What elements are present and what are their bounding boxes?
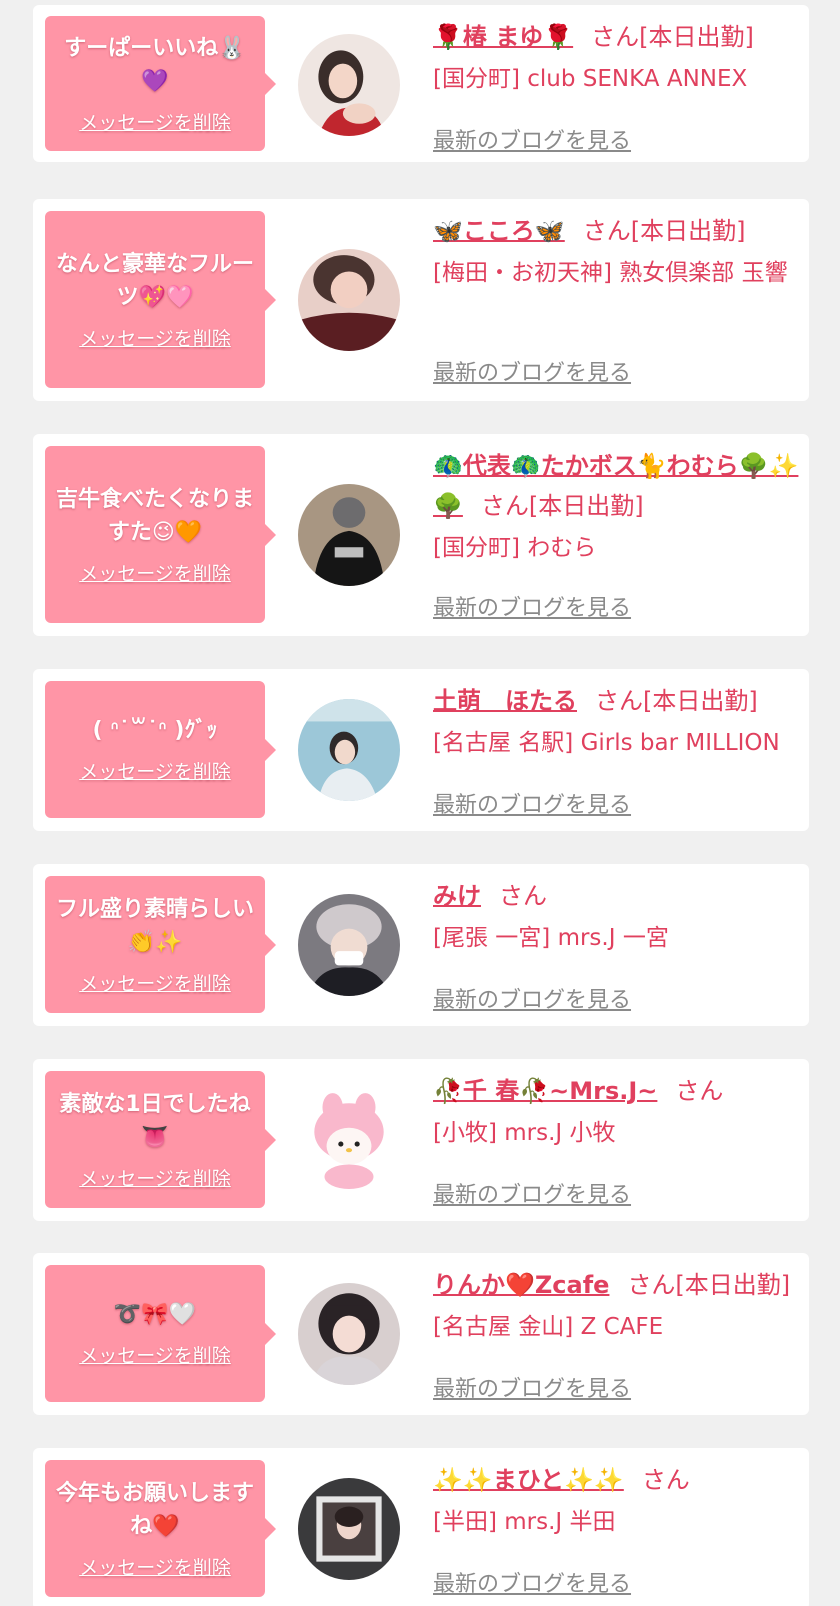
cast-name-line: 土萌 ほたる さん[本日出勤] xyxy=(433,681,803,721)
cast-avatar[interactable] xyxy=(298,1089,400,1191)
message-card: 今年もお願いしますね❤️ メッセージを削除 ✨✨まひと✨✨ さん [半田] mrs… xyxy=(33,1448,809,1606)
cast-avatar[interactable] xyxy=(298,484,400,586)
honorific-status: さん[本日出勤] xyxy=(591,23,754,51)
message-card: 吉牛食べたくなりますた😉🧡 メッセージを削除 🦚代表🦚たかボス🐈わむら🌳✨🌳 さん… xyxy=(33,434,809,636)
cast-name-link[interactable]: 🦋こころ🦋 xyxy=(433,217,565,245)
avatar-photo-icon xyxy=(298,249,400,351)
avatar-plush-icon xyxy=(298,1089,400,1191)
delete-message-link[interactable]: メッセージを削除 xyxy=(79,1343,231,1369)
message-card: 素敵な1日でしたね👅 メッセージを削除 🥀千 春🥀~Mrs.J~ さん [小牧] … xyxy=(33,1059,809,1221)
honorific-status: さん[本日出勤] xyxy=(627,1271,791,1299)
cast-info: みけ さん [尾張 一宮] mrs.J 一宮 最新のブログを見る xyxy=(433,876,793,1013)
message-text: 吉牛食べたくなりますた😉🧡 xyxy=(55,486,254,545)
cast-name-link[interactable]: りんか❤️Zcafe xyxy=(433,1271,609,1299)
avatar-photo-icon xyxy=(298,484,400,586)
message-bubble: フル盛り素晴らしい👏✨ メッセージを削除 xyxy=(45,876,276,1013)
cast-avatar[interactable] xyxy=(298,1478,400,1580)
latest-blog-link[interactable]: 最新のブログを見る xyxy=(433,359,631,389)
cast-name-line: みけ さん xyxy=(433,876,793,916)
latest-blog-link[interactable]: 最新のブログを見る xyxy=(433,791,631,821)
latest-blog-link[interactable]: 最新のブログを見る xyxy=(433,1375,631,1405)
delete-message-link[interactable]: メッセージを削除 xyxy=(79,326,231,352)
honorific-status: さん[本日出勤] xyxy=(480,492,644,520)
delete-message-link[interactable]: メッセージを削除 xyxy=(79,110,231,136)
message-card: なんと豪華なフルーツ💖🩷 メッセージを削除 🦋こころ🦋 さん[本日出勤] [梅田・… xyxy=(33,199,809,401)
message-bubble: 今年もお願いしますね❤️ メッセージを削除 xyxy=(45,1460,276,1597)
cast-info: 土萌 ほたる さん[本日出勤] [名古屋 名駅] Girls bar MILLIO… xyxy=(433,681,803,818)
cast-avatar[interactable] xyxy=(298,699,400,801)
message-bubble: 吉牛食べたくなりますた😉🧡 メッセージを削除 xyxy=(45,446,276,623)
avatar-photo-icon xyxy=(298,34,400,136)
message-text: 素敵な1日でしたね👅 xyxy=(59,1091,251,1150)
message-card: すーぱーいいね🐰💜 メッセージを削除 🌹椿 まゆ🌹 さん[本日出勤] [国分町] … xyxy=(33,5,809,162)
cast-info: ✨✨まひと✨✨ さん [半田] mrs.J 半田 最新のブログを見る xyxy=(433,1460,793,1597)
cast-info: りんか❤️Zcafe さん[本日出勤] [名古屋 金山] Z CAFE 最新のブロ… xyxy=(433,1265,803,1402)
message-card: フル盛り素晴らしい👏✨ メッセージを削除 みけ さん [尾張 一宮] mrs.J … xyxy=(33,864,809,1026)
delete-message-link[interactable]: メッセージを削除 xyxy=(79,561,231,587)
message-bubble: 素敵な1日でしたね👅 メッセージを削除 xyxy=(45,1071,276,1208)
message-text: フル盛り素晴らしい👏✨ xyxy=(55,896,254,955)
cast-name-line: 🦋こころ🦋 さん[本日出勤] xyxy=(433,211,793,251)
latest-blog-link[interactable]: 最新のブログを見る xyxy=(433,986,631,1016)
cast-name-line: 🦚代表🦚たかボス🐈わむら🌳✨🌳 さん[本日出勤] xyxy=(433,446,803,526)
shop-info: [名古屋 金山] Z CAFE xyxy=(433,1314,664,1340)
cast-info: 🌹椿 まゆ🌹 さん[本日出勤] [国分町] club SENKA ANNEX 最新… xyxy=(433,17,793,154)
avatar-photo-icon xyxy=(298,699,400,801)
latest-blog-link[interactable]: 最新のブログを見る xyxy=(433,594,631,624)
message-card: ( ᐢ˙꒳˙ᐢ )ｸﾞｯ メッセージを削除 土萌 ほたる さん[本日出勤] [名古… xyxy=(33,669,809,831)
shop-info: [半田] mrs.J 半田 xyxy=(433,1509,616,1535)
message-text: なんと豪華なフルーツ💖🩷 xyxy=(55,251,254,310)
cast-name-link[interactable]: 🌹椿 まゆ🌹 xyxy=(433,23,573,51)
message-bubble: なんと豪華なフルーツ💖🩷 メッセージを削除 xyxy=(45,211,276,388)
message-text: 今年もお願いしますね❤️ xyxy=(55,1480,254,1539)
shop-info: [尾張 一宮] mrs.J 一宮 xyxy=(433,925,669,951)
cast-avatar[interactable] xyxy=(298,34,400,136)
latest-blog-link[interactable]: 最新のブログを見る xyxy=(433,1181,631,1211)
shop-info: [梅田・お初天神] 熟女倶楽部 玉響 xyxy=(433,260,788,286)
honorific-status: さん[本日出勤] xyxy=(582,217,746,245)
shop-info: [名古屋 名駅] Girls bar MILLION xyxy=(433,730,780,756)
shop-info: [国分町] club SENKA ANNEX xyxy=(433,66,748,92)
cast-info: 🦚代表🦚たかボス🐈わむら🌳✨🌳 さん[本日出勤] [国分町] わむら 最新のブログ… xyxy=(433,446,803,621)
latest-blog-link[interactable]: 最新のブログを見る xyxy=(433,127,631,157)
cast-avatar[interactable] xyxy=(298,249,400,351)
message-bubble: ( ᐢ˙꒳˙ᐢ )ｸﾞｯ メッセージを削除 xyxy=(45,681,276,818)
message-text: ( ᐢ˙꒳˙ᐢ )ｸﾞｯ xyxy=(92,718,218,743)
cast-name-link[interactable]: 🥀千 春🥀~Mrs.J~ xyxy=(433,1077,657,1105)
delete-message-link[interactable]: メッセージを削除 xyxy=(79,1555,231,1581)
cast-info: 🦋こころ🦋 さん[本日出勤] [梅田・お初天神] 熟女倶楽部 玉響 最新のブログを… xyxy=(433,211,793,386)
delete-message-link[interactable]: メッセージを削除 xyxy=(79,1166,231,1192)
cast-avatar[interactable] xyxy=(298,894,400,996)
cast-name-link[interactable]: 土萌 ほたる xyxy=(433,687,577,715)
shop-info: [小牧] mrs.J 小牧 xyxy=(433,1120,616,1146)
cast-name-line: 🥀千 春🥀~Mrs.J~ さん xyxy=(433,1071,793,1111)
cast-name-link[interactable]: みけ xyxy=(433,882,481,910)
message-bubble: ➰🎀🤍 メッセージを削除 xyxy=(45,1265,276,1402)
message-text: ➰🎀🤍 xyxy=(113,1302,197,1327)
delete-message-link[interactable]: メッセージを削除 xyxy=(79,759,231,785)
honorific-status: さん xyxy=(675,1077,724,1105)
latest-blog-link[interactable]: 最新のブログを見る xyxy=(433,1570,631,1600)
delete-message-link[interactable]: メッセージを削除 xyxy=(79,971,231,997)
message-card: ➰🎀🤍 メッセージを削除 りんか❤️Zcafe さん[本日出勤] [名古屋 金山]… xyxy=(33,1253,809,1415)
message-bubble: すーぱーいいね🐰💜 メッセージを削除 xyxy=(45,16,276,151)
cast-avatar[interactable] xyxy=(298,1283,400,1385)
cast-info: 🥀千 春🥀~Mrs.J~ さん [小牧] mrs.J 小牧 最新のブログを見る xyxy=(433,1071,793,1208)
cast-name-line: りんか❤️Zcafe さん[本日出勤] xyxy=(433,1265,803,1305)
cast-name-line: ✨✨まひと✨✨ さん xyxy=(433,1460,793,1500)
shop-info: [国分町] わむら xyxy=(433,535,597,561)
cast-name-line: 🌹椿 まゆ🌹 さん[本日出勤] xyxy=(433,17,793,57)
honorific-status: さん[本日出勤] xyxy=(595,687,758,715)
avatar-photo-icon xyxy=(298,894,400,996)
honorific-status: さん xyxy=(499,882,547,910)
honorific-status: さん xyxy=(641,1466,690,1494)
avatar-photo-icon xyxy=(298,1283,400,1385)
cast-name-link[interactable]: ✨✨まひと✨✨ xyxy=(433,1466,624,1494)
avatar-photo-icon xyxy=(298,1478,400,1580)
message-text: すーぱーいいね🐰💜 xyxy=(64,35,246,94)
